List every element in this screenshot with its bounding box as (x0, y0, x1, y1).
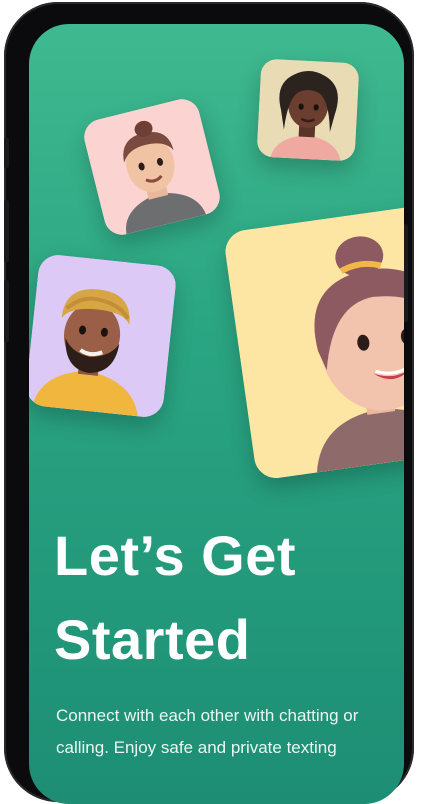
phone-volume-up-button (4, 200, 9, 262)
phone-frame: Let’s Get Started Connect with each othe… (4, 2, 414, 804)
title-line-2: Started (54, 608, 251, 671)
avatar-card-man-turban (29, 253, 178, 419)
avatar-woman-ponytail (222, 201, 404, 481)
avatar-man-beard-turban (29, 253, 178, 419)
phone-side-button (4, 138, 9, 168)
subtitle-line-2: calling. Enjoy safe and private texting (56, 738, 337, 757)
page-title: Let’s Get Started (54, 514, 384, 682)
avatar-card-woman-dreadlocks (256, 58, 360, 162)
avatar-card-man-bun (80, 95, 224, 239)
subtitle-line-1: Connect with each other with chatting or (56, 706, 359, 725)
title-line-1: Let’s Get (54, 524, 297, 587)
avatar-card-woman-ponytail (222, 201, 404, 481)
phone-volume-down-button (4, 280, 9, 342)
onboarding-screen: Let’s Get Started Connect with each othe… (29, 24, 404, 804)
avatar-man-bun (80, 95, 224, 239)
page-subtitle: Connect with each other with chatting or… (56, 700, 401, 764)
avatar-woman-dreadlocks (256, 58, 360, 162)
